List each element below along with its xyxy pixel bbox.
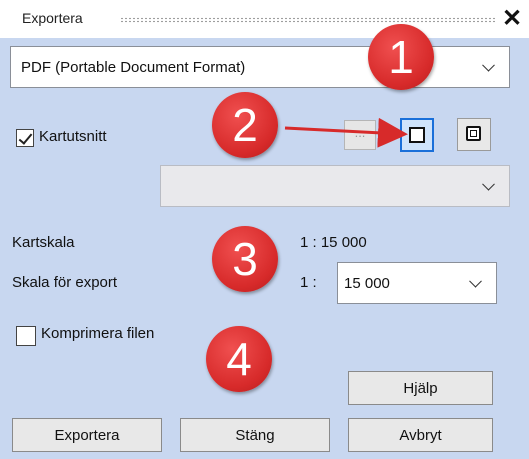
callout-badge-2: 2	[212, 92, 278, 158]
callout-arrow	[284, 117, 408, 148]
export-dialog: Exportera ✕ PDF (Portable Document Forma…	[0, 0, 529, 459]
callout-badge-1: 1	[368, 24, 434, 90]
callout-badge-3: 3	[212, 226, 278, 292]
callout-badge-4: 4	[206, 326, 272, 392]
